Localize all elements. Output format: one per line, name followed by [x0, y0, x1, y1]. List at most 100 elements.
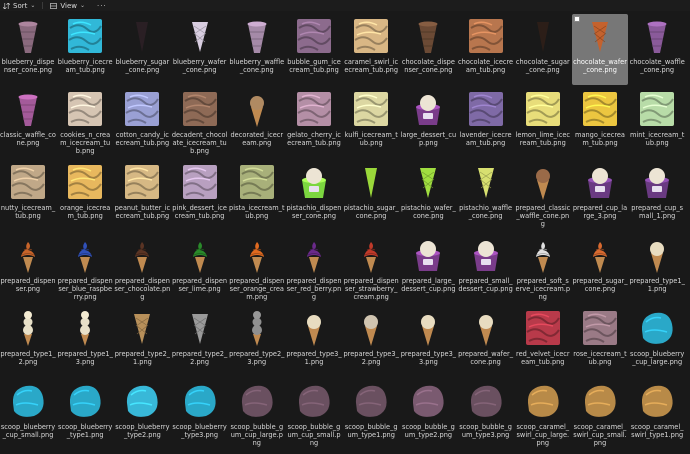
file-item[interactable]: scoop_blueberry_type1.png: [57, 379, 113, 450]
file-item[interactable]: peanut_butter_icecream_tub.png: [114, 160, 170, 231]
file-thumbnail: [297, 92, 331, 126]
file-name: prepared_type2_2.png: [171, 350, 228, 366]
file-item[interactable]: scoop_blueberry_cup_small.png: [0, 379, 56, 450]
file-item[interactable]: prepared_type1_3.png: [57, 306, 113, 377]
file-item[interactable]: prepared_type2_2.png: [172, 306, 228, 377]
file-item[interactable]: prepared_large_dessert_cup.png: [400, 233, 456, 304]
file-item[interactable]: chocolate_sugar_cone.png: [515, 14, 571, 85]
file-item[interactable]: scoop_blueberry_type3.png: [172, 379, 228, 450]
file-item[interactable]: prepared_dispenser_chocolate.png: [114, 233, 170, 304]
file-item[interactable]: nutty_icecream_tub.png: [0, 160, 56, 231]
file-name: prepared_type3_1.png: [286, 350, 342, 366]
view-button[interactable]: View ⌄: [47, 0, 88, 11]
file-item[interactable]: prepared_type2_3.png: [229, 306, 285, 377]
file-name: gelato_cherry_icecream_tub.png: [287, 131, 341, 147]
file-item[interactable]: blueberry_sugar_cone.png: [114, 14, 170, 85]
file-item[interactable]: kulfi_icecream_tub.png: [343, 87, 399, 158]
file-name: scoop_bubble_gum_type3.png: [459, 423, 512, 439]
file-item[interactable]: gelato_cherry_icecream_tub.png: [286, 87, 342, 158]
file-item[interactable]: cotton_candy_icecream_tub.png: [114, 87, 170, 158]
file-item[interactable]: lavender_icecream_tub.png: [458, 87, 514, 158]
file-item[interactable]: prepared_dispenser_orange_cream.png: [229, 233, 285, 304]
file-item[interactable]: blueberry_wafer_cone.png: [172, 14, 228, 85]
file-item[interactable]: scoop_blueberry_type2.png: [114, 379, 170, 450]
file-item[interactable]: scoop_caramel_swirl_type1.png: [629, 379, 685, 450]
file-item[interactable]: prepared_dispenser_strawberry_cream.png: [343, 233, 399, 304]
file-item[interactable]: prepared_dispenser_blue_raspberry.png: [57, 233, 113, 304]
file-thumbnail: [365, 168, 378, 198]
file-item[interactable]: prepared_cup_large_3.png: [572, 160, 628, 231]
file-item[interactable]: prepared_dispenser.png: [0, 233, 56, 304]
file-name: prepared_dispenser_lime.png: [172, 277, 228, 293]
file-item[interactable]: blueberry_dispenser_cone.png: [0, 14, 56, 85]
file-item[interactable]: prepared_cup_small_1.png: [629, 160, 685, 231]
file-item[interactable]: prepared_dispenser_red_berry.png: [286, 233, 342, 304]
file-thumbnail: [127, 385, 158, 417]
file-item[interactable]: chocolate_wafer_cone.png: [572, 14, 628, 85]
file-item[interactable]: prepared_dispenser_lime.png: [172, 233, 228, 304]
file-item[interactable]: mint_icecream_tub.png: [629, 87, 685, 158]
file-item[interactable]: mango_icecream_tub.png: [572, 87, 628, 158]
file-name: scoop_blueberry_cup_large.png: [630, 350, 685, 366]
file-name: prepared_soft_serve_icecream.png: [515, 277, 571, 301]
file-item[interactable]: scoop_bubble_gum_type3.png: [458, 379, 514, 450]
file-name: blueberry_sugar_cone.png: [115, 58, 170, 74]
file-item[interactable]: prepared_type2_1.png: [114, 306, 170, 377]
file-item[interactable]: prepared_soft_serve_icecream.png: [515, 233, 571, 304]
file-item[interactable]: decadent_chocolate_icecream_tub.png: [172, 87, 228, 158]
file-thumbnail: [184, 385, 216, 417]
file-item[interactable]: scoop_bubble_gum_cup_small.png: [286, 379, 342, 450]
file-name: rose_icecream_tub.png: [573, 350, 627, 366]
file-item[interactable]: rose_icecream_tub.png: [572, 306, 628, 377]
file-item[interactable]: scoop_bubble_gum_type2.png: [400, 379, 456, 450]
file-item[interactable]: decorated_icecream.png: [229, 87, 285, 158]
file-item[interactable]: chocolate_dispenser_cone.png: [400, 14, 456, 85]
file-item[interactable]: blueberry_waffle_cone.png: [229, 14, 285, 85]
file-item[interactable]: prepared_type3_3.png: [400, 306, 456, 377]
file-name: kulfi_icecream_tub.png: [344, 131, 398, 147]
more-options-button[interactable]: ···: [94, 0, 110, 11]
file-item[interactable]: scoop_blueberry_cup_large.png: [629, 306, 685, 377]
file-item[interactable]: orange_icecream_tub.png: [57, 160, 113, 231]
file-thumbnail: [135, 242, 150, 273]
file-item[interactable]: pistachio_waffle_cone.png: [458, 160, 514, 231]
file-item[interactable]: chocolate_icecream_tub.png: [458, 14, 514, 85]
file-thumbnail: [68, 165, 103, 199]
file-item[interactable]: blueberry_icecream_tub.png: [57, 14, 113, 85]
file-item[interactable]: cookies_n_cream_icecream_tub.png: [57, 87, 113, 158]
file-item[interactable]: scoop_caramel_swirl_cup_small.png: [572, 379, 628, 450]
file-thumbnail: [125, 165, 160, 199]
file-item[interactable]: pista_icecream_tub.png: [229, 160, 285, 231]
file-item[interactable]: scoop_caramel_swirl_cup_large.png: [515, 379, 571, 450]
file-item[interactable]: classic_waffle_cone.png: [0, 87, 56, 158]
file-item[interactable]: scoop_bubble_gum_cup_large.png: [229, 379, 285, 450]
select-checkbox[interactable]: [574, 16, 580, 22]
file-item[interactable]: pink_dessert_icecream_tub.png: [172, 160, 228, 231]
file-item[interactable]: prepared_type1_1.png: [629, 233, 685, 304]
file-name: prepared_dispenser.png: [0, 277, 56, 293]
toolbar-divider: [42, 2, 44, 9]
file-item[interactable]: red_velvet_icecream_tub.png: [515, 306, 571, 377]
file-item[interactable]: pistachio_wafer_cone.png: [400, 160, 456, 231]
file-item[interactable]: prepared_type3_2.png: [343, 306, 399, 377]
file-item[interactable]: prepared_classic_waffle_cone.png: [515, 160, 571, 231]
file-item[interactable]: pistachio_dispenser_cone.png: [286, 160, 342, 231]
file-item[interactable]: scoop_bubble_gum_type1.png: [343, 379, 399, 450]
file-name: prepared_dispenser_blue_raspberry.png: [57, 277, 113, 301]
sort-button[interactable]: Sort ⌄: [0, 0, 38, 11]
file-item[interactable]: prepared_small_dessert_cup.png: [458, 233, 514, 304]
file-item[interactable]: prepared_sugar_cone.png: [572, 233, 628, 304]
file-item[interactable]: caramel_swirl_icecream_tub.png: [343, 14, 399, 85]
file-item[interactable]: chocolate_waffle_cone.png: [629, 14, 685, 85]
file-item[interactable]: prepared_wafer_cone.png: [458, 306, 514, 377]
file-item[interactable]: bubble_gum_icecream_tub.png: [286, 14, 342, 85]
file-thumbnail: [182, 92, 217, 126]
file-item[interactable]: prepared_type3_1.png: [286, 306, 342, 377]
file-item[interactable]: large_dessert_cup.png: [400, 87, 456, 158]
file-item[interactable]: lemon_lime_icecream_tub.png: [515, 87, 571, 158]
file-thumbnail: [356, 385, 387, 417]
file-name: classic_waffle_cone.png: [0, 131, 56, 147]
file-thumbnail: [364, 242, 379, 273]
file-item[interactable]: pistachio_sugar_cone.png: [343, 160, 399, 231]
file-item[interactable]: prepared_type1_2.png: [0, 306, 56, 377]
